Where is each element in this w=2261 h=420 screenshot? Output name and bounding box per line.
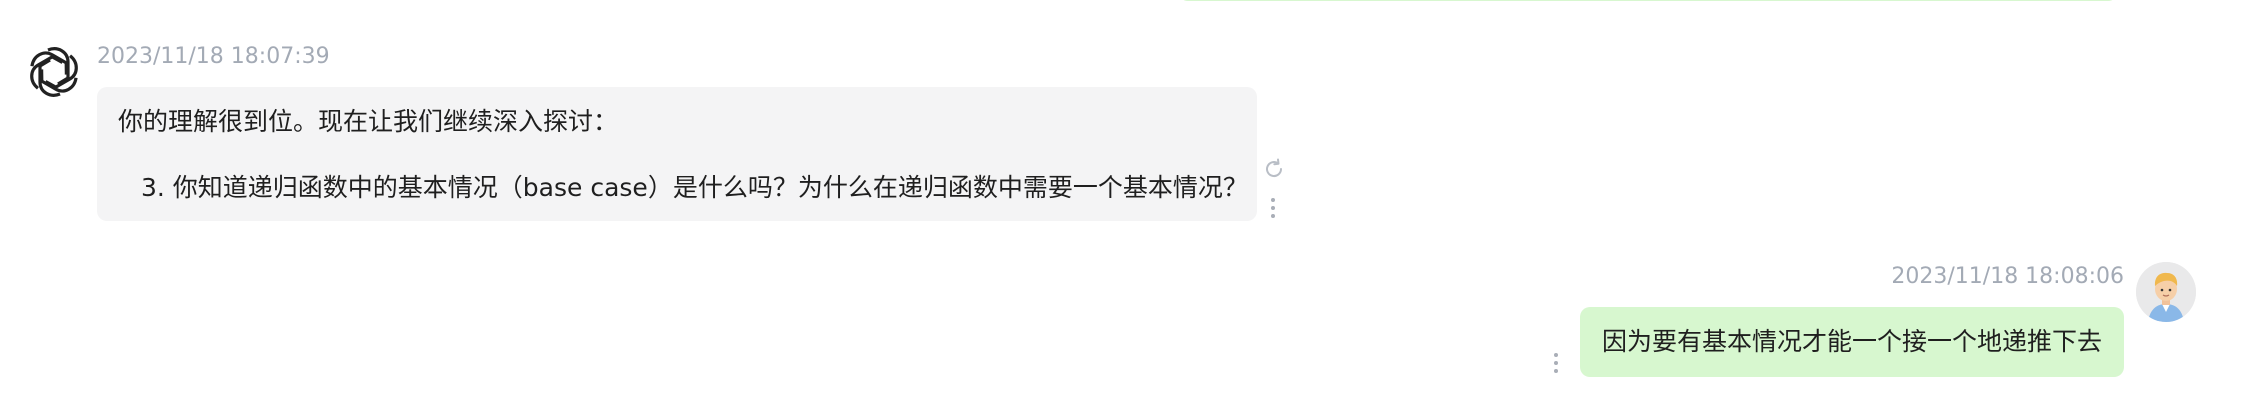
previous-user-bubble-edge <box>1178 0 2118 1</box>
user-message-bubble: 因为要有基本情况才能一个接一个地递推下去 <box>1579 307 2124 377</box>
more-options-icon[interactable] <box>1266 196 1280 222</box>
assistant-timestamp: 2023/11/18 18:07:39 <box>97 44 330 69</box>
assistant-message-bubble: 你的理解很到位。现在让我们继续深入探讨： 3. 你知道递归函数中的基本情况（ba… <box>97 87 1257 221</box>
regenerate-icon[interactable] <box>1262 157 1286 181</box>
more-options-icon[interactable] <box>1549 351 1563 377</box>
assistant-message-line: 你的理解很到位。现在让我们继续深入探讨： <box>118 107 619 136</box>
assistant-message-question: 3. 你知道递归函数中的基本情况（base case）是什么吗？为什么在递归函数… <box>141 173 1248 202</box>
user-avatar-icon <box>2136 262 2196 322</box>
openai-logo-icon <box>26 44 82 100</box>
user-timestamp: 2023/11/18 18:08:06 <box>1891 264 2124 289</box>
